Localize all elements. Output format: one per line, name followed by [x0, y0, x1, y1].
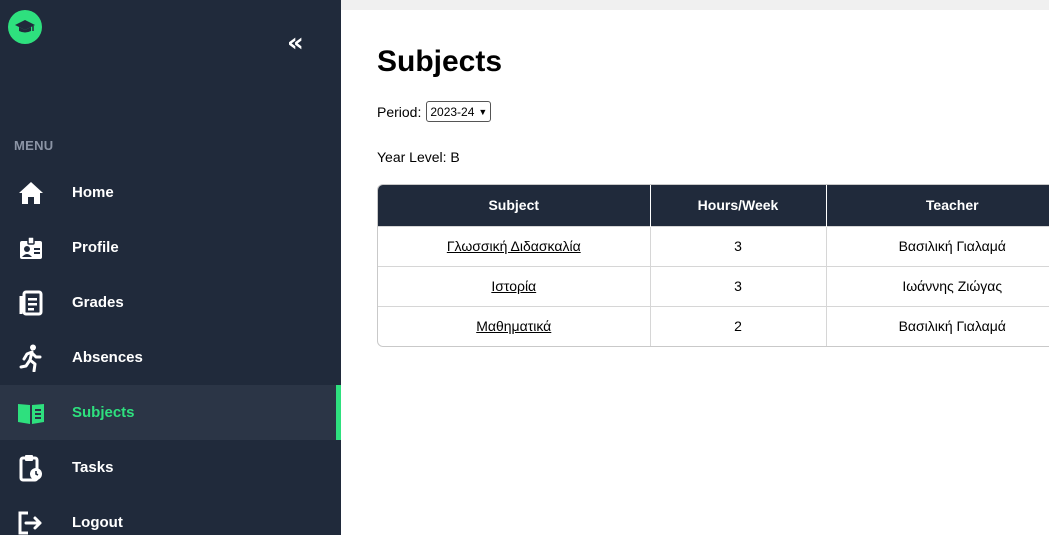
cell-subject: Γλωσσική Διδασκαλία [378, 226, 651, 266]
period-filter: Period: 2023-24 ▼ [377, 101, 492, 122]
sidebar: « MENU Home Profile Grades Absences Subj… [0, 0, 341, 535]
sidebar-item-absences[interactable]: Absences [0, 330, 341, 385]
table-row: Γλωσσική Διδασκαλία 3 Βασιλική Γιαλαμά [378, 226, 1049, 266]
sidebar-item-label: Home [72, 184, 114, 201]
subjects-table: Subject Hours/Week Teacher Γλωσσική Διδα… [377, 184, 1049, 347]
year-level: Year Level: B [377, 149, 460, 165]
period-select[interactable]: 2023-24 ▼ [426, 101, 492, 122]
sidebar-item-subjects[interactable]: Subjects [0, 385, 341, 440]
cell-teacher: Βασιλική Γιαλαμά [898, 318, 1006, 335]
cell-hours: 3 [650, 226, 827, 266]
table-row: Ιστορία 3 Ιωάννης Ζιώγας [378, 266, 1049, 306]
sidebar-item-home[interactable]: Home [0, 165, 341, 220]
header-hours-week[interactable]: Hours/Week [650, 185, 827, 226]
open-book-icon [17, 399, 45, 427]
subject-link[interactable]: Μαθηματικά [476, 318, 551, 334]
sidebar-item-label: Tasks [72, 459, 114, 476]
subject-link[interactable]: Γλωσσική Διδασκαλία [447, 238, 581, 254]
sidebar-item-grades[interactable]: Grades [0, 275, 341, 330]
period-selected-value: 2023-24 [430, 104, 475, 119]
sidebar-item-label: Absences [72, 349, 143, 366]
sidebar-nav: Home Profile Grades Absences Subjects Ta… [0, 165, 341, 535]
cell-hours: 2 [650, 306, 827, 346]
chevron-down-icon: ▼ [478, 106, 488, 117]
cell-hours: 3 [650, 266, 827, 306]
home-icon [17, 179, 45, 207]
menu-label: MENU [14, 138, 54, 153]
document-list-icon [17, 289, 45, 317]
running-person-icon [17, 344, 45, 372]
sidebar-item-label: Grades [72, 294, 124, 311]
clipboard-clock-icon [17, 454, 45, 482]
table-header-row: Subject Hours/Week Teacher [378, 185, 1049, 226]
period-label: Period: [377, 103, 422, 120]
cell-teacher: Βασιλική Γιαλαμά [898, 238, 1006, 254]
sidebar-item-label: Profile [72, 239, 119, 256]
main-content: Subjects Period: 2023-24 ▼ Year Level: B… [341, 10, 1049, 535]
sidebar-item-label: Subjects [72, 404, 135, 421]
app-logo[interactable] [8, 10, 42, 44]
sidebar-item-logout[interactable]: Logout [0, 495, 341, 535]
page-title: Subjects [377, 45, 503, 78]
sidebar-item-label: Logout [72, 514, 123, 531]
header-teacher[interactable]: Teacher [826, 185, 1049, 226]
subject-link[interactable]: Ιστορία [491, 278, 536, 294]
cell-subject: Μαθηματικά [378, 306, 651, 346]
sidebar-item-profile[interactable]: Profile [0, 220, 341, 275]
header-subject[interactable]: Subject [378, 185, 651, 226]
id-badge-icon [17, 234, 45, 262]
logout-icon [17, 509, 45, 535]
sidebar-item-tasks[interactable]: Tasks [0, 440, 341, 495]
collapse-sidebar-button[interactable]: « [287, 28, 317, 58]
graduation-cap-icon [15, 20, 35, 33]
cell-teacher: Ιωάννης Ζιώγας [902, 278, 1003, 294]
cell-subject: Ιστορία [378, 266, 651, 306]
table-row: Μαθηματικά 2 Βασιλική Γιαλαμά [378, 306, 1049, 346]
